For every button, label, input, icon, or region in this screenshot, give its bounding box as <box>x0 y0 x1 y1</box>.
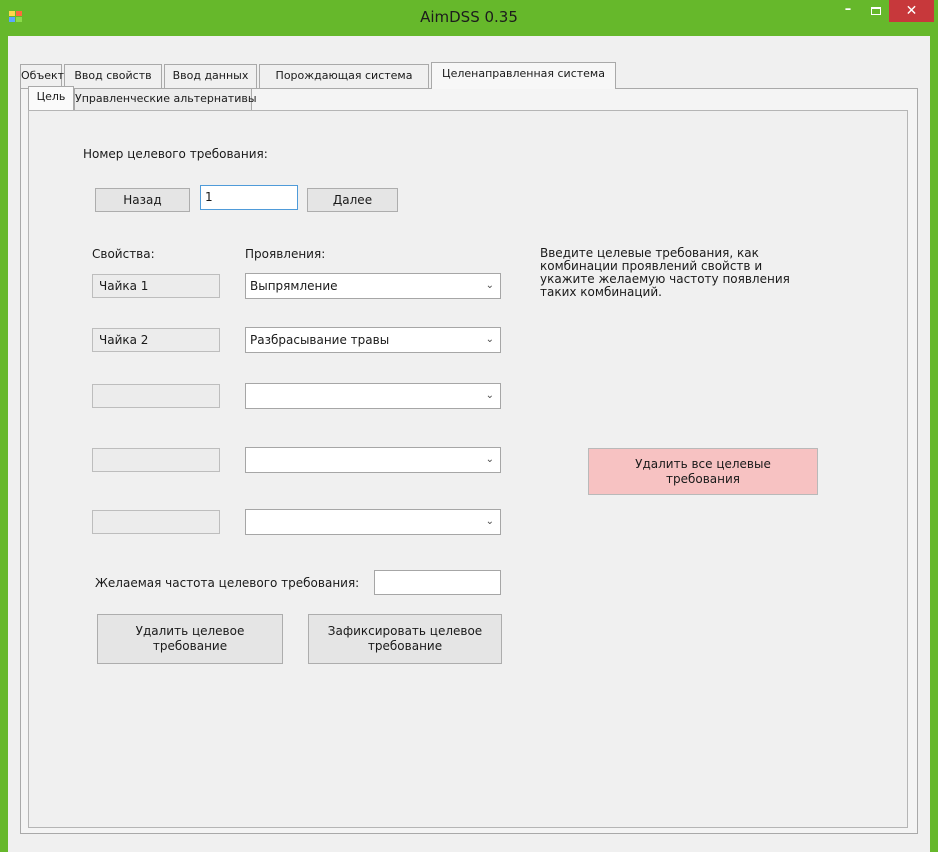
delete-goal-label: требование <box>152 639 228 653</box>
goal-number-input[interactable]: 1 <box>200 185 298 210</box>
manifestation-select[interactable]: Разбрасывание травы ⌄ <box>245 327 501 353</box>
window-title: AimDSS 0.35 <box>420 8 518 26</box>
tab-object[interactable]: Объект <box>20 64 64 88</box>
maximize-button[interactable] <box>862 0 890 22</box>
chevron-down-icon[interactable]: ⌄ <box>486 448 494 472</box>
next-button[interactable]: Далее <box>307 188 398 212</box>
properties-header: Свойства: <box>92 247 155 261</box>
chevron-down-icon[interactable]: ⌄ <box>486 274 494 298</box>
fix-goal-label: Зафиксировать целевое <box>327 624 483 638</box>
goal-number-label: Номер целевого требования: <box>83 147 268 161</box>
maximize-icon <box>871 7 881 15</box>
fix-goal-button[interactable]: Зафиксировать целевое требование <box>308 614 502 664</box>
manifestation-select[interactable]: Выпрямление ⌄ <box>245 273 501 299</box>
chevron-down-icon[interactable]: ⌄ <box>486 510 494 534</box>
delete-goal-button[interactable]: Удалить целевое требование <box>97 614 283 664</box>
delete-goal-label: Удалить целевое <box>135 624 245 638</box>
delete-all-goals-button[interactable]: Удалить все целевые требования <box>588 448 818 495</box>
fix-goal-label: требование <box>367 639 443 653</box>
property-field: Чайка 2 <box>92 328 220 352</box>
delete-all-goals-label: требования <box>665 471 741 486</box>
minimize-button[interactable]: – <box>834 0 862 22</box>
chevron-down-icon[interactable]: ⌄ <box>486 328 494 352</box>
close-button[interactable]: ✕ <box>889 0 934 22</box>
tab-input-data[interactable]: Ввод данных <box>164 64 257 88</box>
tab-goal-system[interactable]: Целенаправленная система <box>431 62 616 89</box>
client-area: Объект Ввод свойств Ввод данных Порождаю… <box>8 36 930 852</box>
manifestations-header: Проявления: <box>245 247 326 261</box>
property-field <box>92 448 220 472</box>
back-button[interactable]: Назад <box>95 188 190 212</box>
tab-goal[interactable]: Цель <box>28 86 74 110</box>
chevron-down-icon[interactable]: ⌄ <box>486 384 494 408</box>
delete-all-goals-label: Удалить все целевые <box>635 456 771 471</box>
manifestation-select[interactable]: ⌄ <box>245 509 501 535</box>
tab-management-alternatives[interactable]: Управленческие альтернативы <box>74 88 257 110</box>
tab-generative-system[interactable]: Порождающая система <box>259 64 429 88</box>
app-window: AimDSS 0.35 – ✕ Объект Ввод свойств Ввод… <box>0 0 938 852</box>
manifestation-select[interactable]: ⌄ <box>245 383 501 409</box>
instructions-text: Введите целевые требования, как комбинац… <box>540 247 790 299</box>
property-field <box>92 510 220 534</box>
title-bar[interactable]: AimDSS 0.35 – ✕ <box>0 0 938 36</box>
property-field <box>92 384 220 408</box>
frequency-label: Желаемая частота целевого требования: <box>95 576 360 590</box>
property-field: Чайка 1 <box>92 274 220 298</box>
frequency-input[interactable] <box>374 570 501 595</box>
manifestation-value: Разбрасывание травы <box>250 333 390 347</box>
instructions-line: таких комбинаций. <box>540 285 662 299</box>
tab-input-properties[interactable]: Ввод свойств <box>64 64 162 88</box>
manifestation-value: Выпрямление <box>250 279 338 293</box>
manifestation-select[interactable]: ⌄ <box>245 447 501 473</box>
